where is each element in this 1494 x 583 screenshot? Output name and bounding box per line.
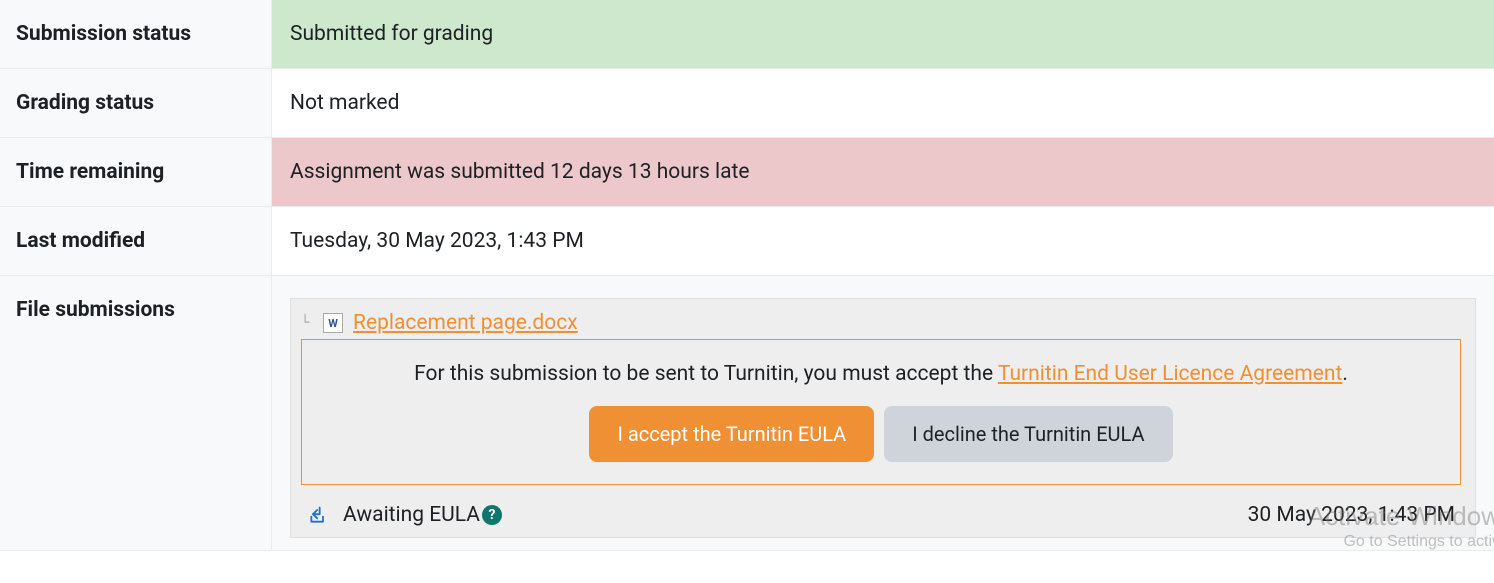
label-last-modified: Last modified (0, 207, 272, 275)
eula-text-prefix: For this submission to be sent to Turnit… (414, 362, 998, 386)
value-last-modified: Tuesday, 30 May 2023, 1:43 PM (272, 207, 1494, 275)
row-file-submissions: File submissions └ W Replacement page.do… (0, 276, 1494, 551)
eula-button-row: I accept the Turnitin EULA I decline the… (326, 406, 1436, 462)
turnitin-icon (307, 504, 329, 526)
decline-eula-button[interactable]: I decline the Turnitin EULA (884, 406, 1172, 462)
row-time-remaining: Time remaining Assignment was submitted … (0, 138, 1494, 207)
word-document-icon: W (323, 313, 343, 333)
label-grading-status: Grading status (0, 69, 272, 137)
file-entry: └ W Replacement page.docx (301, 311, 1461, 335)
value-time-remaining: Assignment was submitted 12 days 13 hour… (272, 138, 1494, 206)
label-file-submissions: File submissions (0, 276, 272, 550)
row-grading-status: Grading status Not marked (0, 69, 1494, 138)
row-submission-status: Submission status Submitted for grading (0, 0, 1494, 69)
eula-message: For this submission to be sent to Turnit… (326, 362, 1436, 386)
submission-date: 30 May 2023, 1:43 PM (1248, 503, 1455, 527)
eula-text-suffix: . (1342, 362, 1348, 386)
accept-eula-button[interactable]: I accept the Turnitin EULA (589, 406, 874, 462)
row-last-modified: Last modified Tuesday, 30 May 2023, 1:43… (0, 207, 1494, 276)
eula-link[interactable]: Turnitin End User Licence Agreement (998, 362, 1342, 386)
turnitin-status-line: Awaiting EULA? 30 May 2023, 1:43 PM (301, 497, 1461, 527)
label-time-remaining: Time remaining (0, 138, 272, 206)
tree-connector-icon: └ (301, 315, 313, 331)
awaiting-eula-text: Awaiting EULA (343, 503, 480, 527)
awaiting-eula-wrapper: Awaiting EULA? (343, 503, 502, 527)
value-file-submissions: └ W Replacement page.docx For this submi… (272, 276, 1494, 550)
file-submission-container: └ W Replacement page.docx For this submi… (290, 298, 1476, 538)
file-link[interactable]: Replacement page.docx (353, 311, 578, 335)
turnitin-status-left: Awaiting EULA? (307, 503, 502, 527)
value-submission-status: Submitted for grading (272, 0, 1494, 68)
submission-status-table: Submission status Submitted for grading … (0, 0, 1494, 551)
help-icon[interactable]: ? (482, 505, 502, 525)
turnitin-eula-box: For this submission to be sent to Turnit… (301, 339, 1461, 485)
value-grading-status: Not marked (272, 69, 1494, 137)
label-submission-status: Submission status (0, 0, 272, 68)
